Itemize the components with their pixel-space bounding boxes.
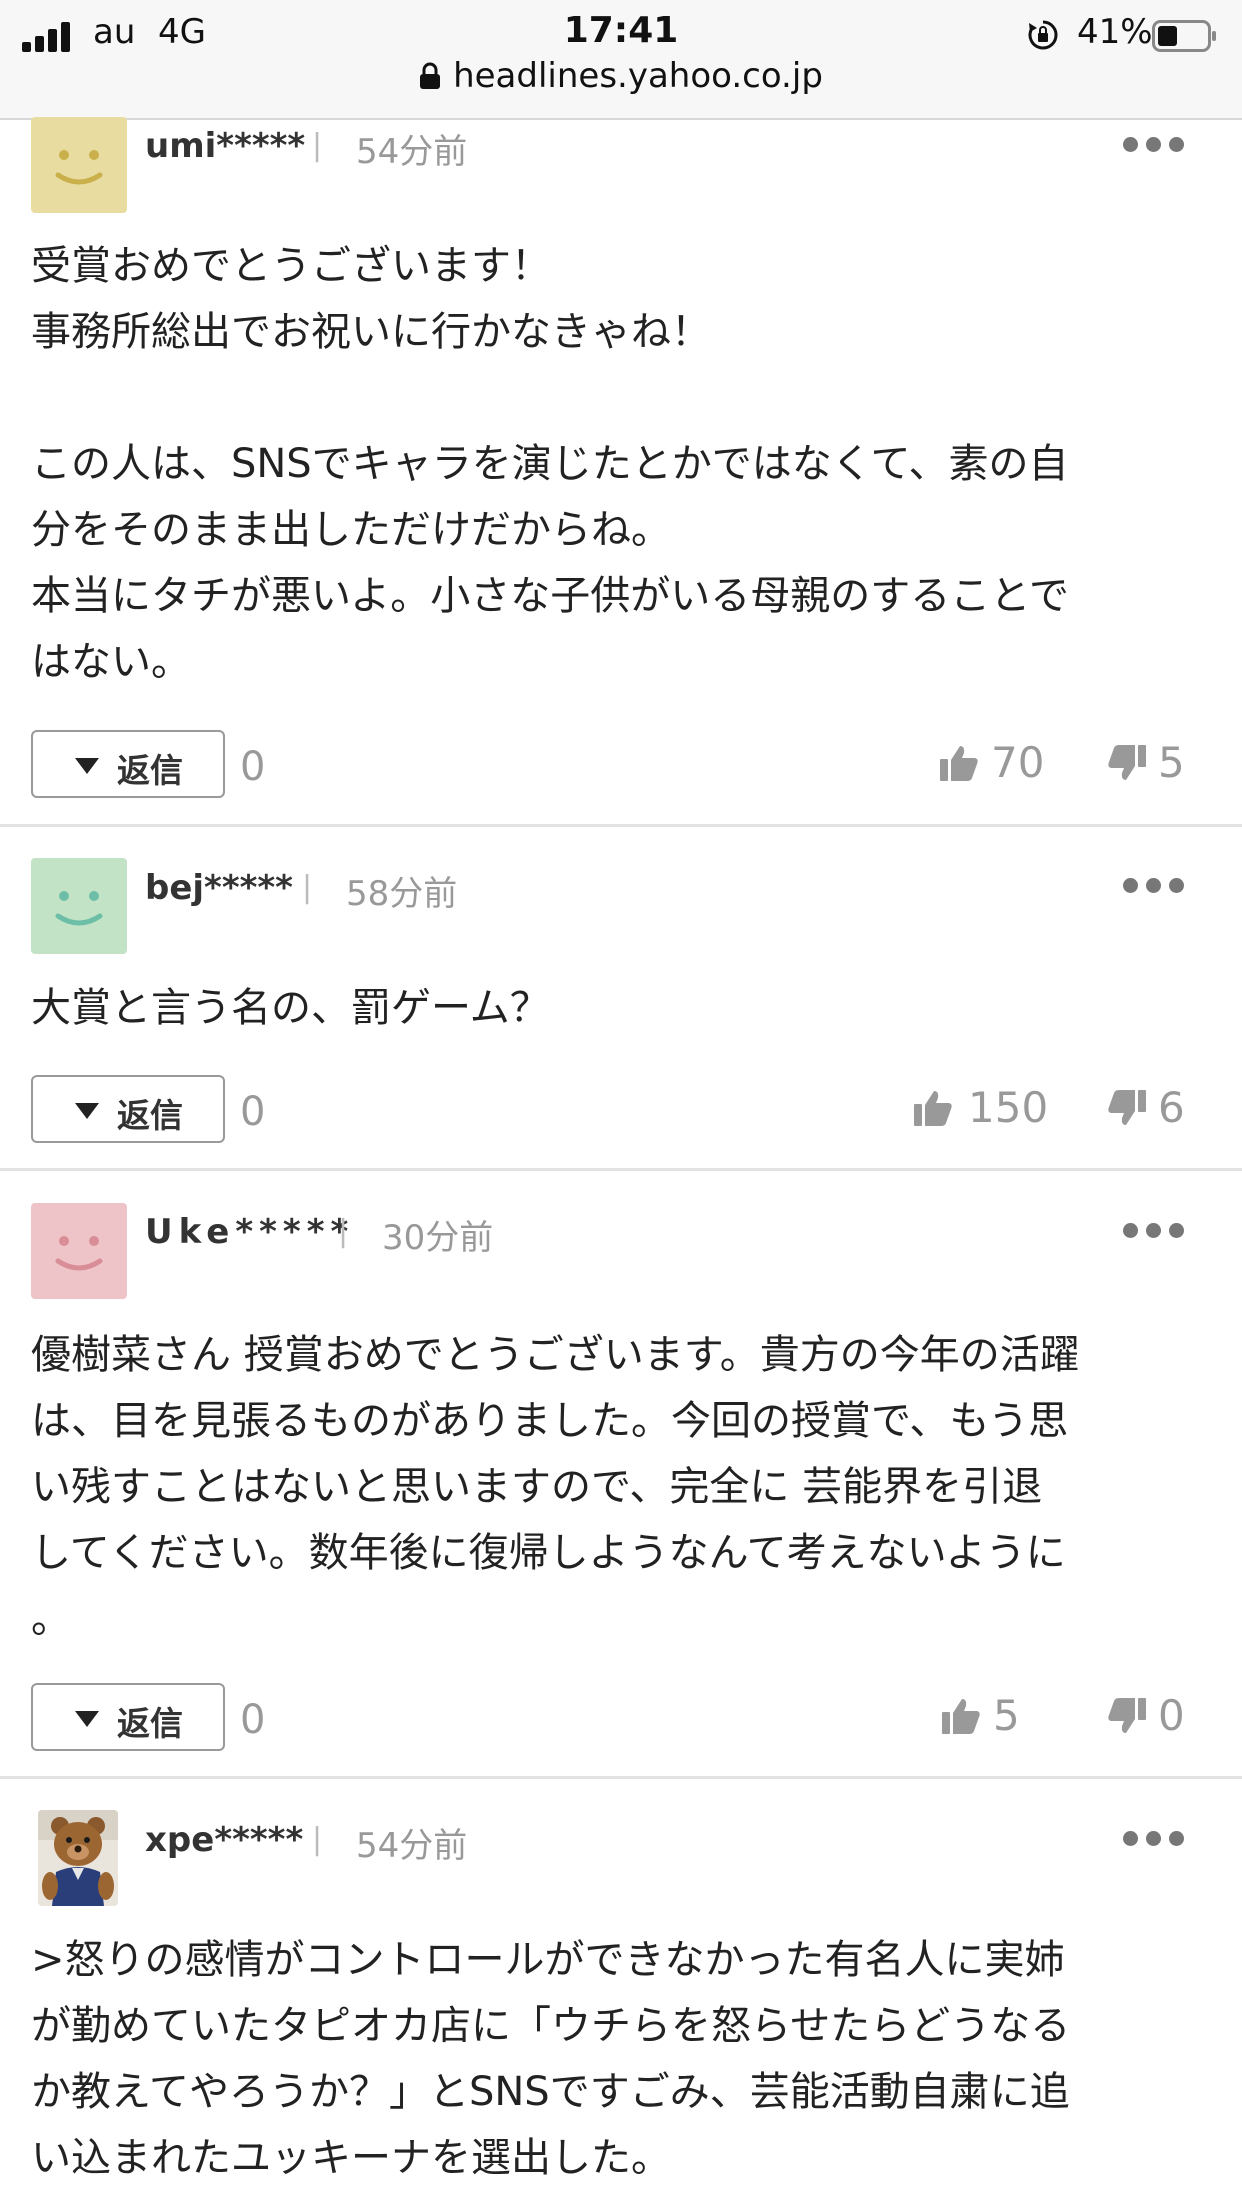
post-time: 30分前 [382, 1218, 494, 1258]
user-name[interactable]: xpe***** [145, 1820, 303, 1860]
post-time: 54分前 [356, 132, 468, 172]
reply-button[interactable]: 返信 [31, 730, 225, 798]
rotation-lock-icon [1028, 20, 1058, 50]
comment-text: 大賞と言う名の、罰ゲーム？ [31, 985, 550, 1031]
smiley-avatar-icon [31, 117, 127, 213]
dislike-button[interactable]: 5 [1106, 738, 1196, 788]
post-time: 58分前 [346, 874, 458, 914]
thumbs-up-icon [940, 746, 978, 781]
divider [0, 824, 1242, 827]
thumbs-up-icon [942, 1699, 980, 1734]
separator: | [312, 128, 323, 163]
like-button[interactable]: 70 [938, 738, 1048, 788]
avatar[interactable] [31, 117, 127, 213]
url-text: headlines.yahoo.co.jp [453, 56, 823, 96]
user-name[interactable]: Uke***** [145, 1212, 354, 1252]
caret-down-icon [75, 758, 99, 774]
smiley-avatar-icon [31, 1203, 127, 1299]
thumbs-down-icon [1108, 745, 1146, 780]
more-options-icon[interactable] [1123, 137, 1185, 153]
teddy-bear-avatar-icon [38, 1810, 118, 1906]
smiley-avatar-icon [31, 858, 127, 954]
more-options-icon[interactable] [1123, 1223, 1185, 1239]
divider [0, 1776, 1242, 1779]
reply-count: 0 [240, 1089, 266, 1135]
separator: | [312, 1822, 323, 1857]
dislike-button[interactable]: 6 [1106, 1083, 1196, 1133]
user-name[interactable]: bej***** [145, 868, 293, 908]
comment-text: 受賞おめでとうございます！ 事務所総出でお祝いに行かなきゃね！ この人は、SNS… [31, 243, 1069, 685]
thumbs-down-icon [1108, 1698, 1146, 1733]
more-options-icon[interactable] [1123, 878, 1185, 894]
reply-count: 0 [240, 744, 266, 790]
avatar[interactable] [31, 858, 127, 954]
caret-down-icon [75, 1103, 99, 1119]
like-button[interactable]: 5 [940, 1691, 1040, 1741]
post-time: 54分前 [356, 1826, 468, 1866]
like-button[interactable]: 150 [912, 1083, 1052, 1133]
separator: | [302, 870, 313, 905]
dislike-button[interactable]: 0 [1106, 1691, 1196, 1741]
reply-count: 0 [240, 1697, 266, 1743]
lock-icon [420, 62, 441, 89]
divider [0, 1168, 1242, 1171]
battery-icon [1152, 20, 1216, 52]
separator: | [338, 1214, 349, 1249]
avatar[interactable] [31, 1203, 127, 1299]
thumbs-up-icon [914, 1091, 952, 1126]
avatar[interactable] [38, 1810, 118, 1906]
battery-percent: 41% [1077, 12, 1153, 52]
status-bar: au 4G 17:41 41% headlines.yahoo.co.jp [0, 0, 1242, 120]
comment-text: 優樹菜さん 授賞おめでとうございます。貴方の今年の活躍 は、目を見張るものがあり… [31, 1332, 1080, 1642]
user-name[interactable]: umi***** [145, 126, 305, 166]
more-options-icon[interactable] [1123, 1831, 1185, 1847]
reply-button[interactable]: 返信 [31, 1075, 225, 1143]
caret-down-icon [75, 1711, 99, 1727]
reply-button[interactable]: 返信 [31, 1683, 225, 1751]
address-bar[interactable]: headlines.yahoo.co.jp [0, 56, 1242, 102]
comment-text: >怒りの感情がコントロールができなかった有名人に実姉 が勤めていたタピオカ店に「… [31, 1937, 1071, 2181]
thumbs-down-icon [1108, 1090, 1146, 1125]
